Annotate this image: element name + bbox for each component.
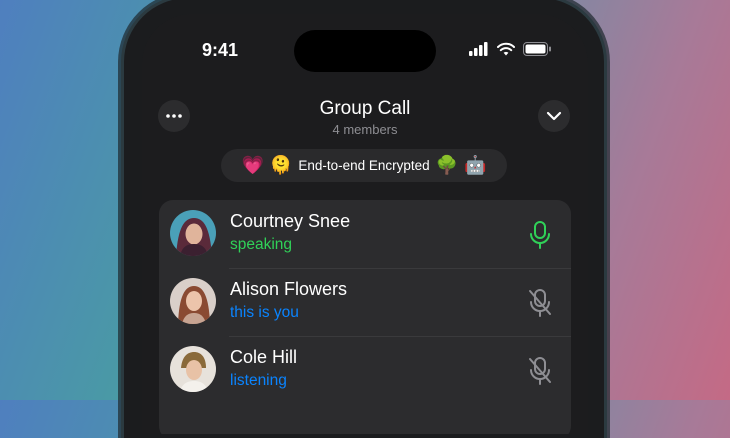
participant-name: Alison Flowers [230, 279, 348, 299]
microphone-icon[interactable] [527, 220, 553, 250]
member-count: 4 members [332, 122, 398, 137]
participant-status: listening [230, 372, 287, 389]
emoji-heart: 💗 [241, 154, 264, 176]
status-icons [469, 42, 552, 56]
participant-row[interactable]: Alison Flowers this is you [159, 268, 571, 336]
battery-icon [523, 42, 551, 56]
encryption-label: End-to-end Encrypted [298, 158, 430, 173]
microphone-muted-icon[interactable] [527, 356, 553, 386]
avatar [170, 278, 216, 324]
participant-row[interactable]: Courtney Snee speaking [159, 200, 571, 268]
participant-name: Cole Hill [230, 347, 298, 367]
call-title: Group Call [319, 98, 411, 119]
participant-status: this is you [230, 304, 299, 321]
avatar [170, 346, 216, 392]
emoji-tree: 🌳 [435, 154, 459, 176]
participant-row[interactable]: Cole Hill listening [159, 336, 571, 404]
avatar [170, 210, 216, 256]
emoji-face: 🫠 [269, 154, 293, 176]
phone-screen: 9:41 Group Call 4 members 💗 🫠 End-to-end… [142, 14, 588, 434]
participant-name: Courtney Snee [230, 211, 351, 231]
signal-icon [469, 42, 488, 56]
participant-list: Courtney Snee speaking Alison Flowers th… [159, 200, 571, 434]
participant-status: speaking [230, 236, 293, 253]
dynamic-island [294, 30, 436, 72]
microphone-muted-icon[interactable] [527, 288, 553, 318]
emoji-robot: 🤖 [464, 154, 487, 176]
wifi-icon [497, 42, 515, 56]
encryption-badge[interactable]: 💗 🫠 End-to-end Encrypted 🌳 🤖 [221, 149, 507, 182]
status-time: 9:41 [202, 40, 239, 60]
